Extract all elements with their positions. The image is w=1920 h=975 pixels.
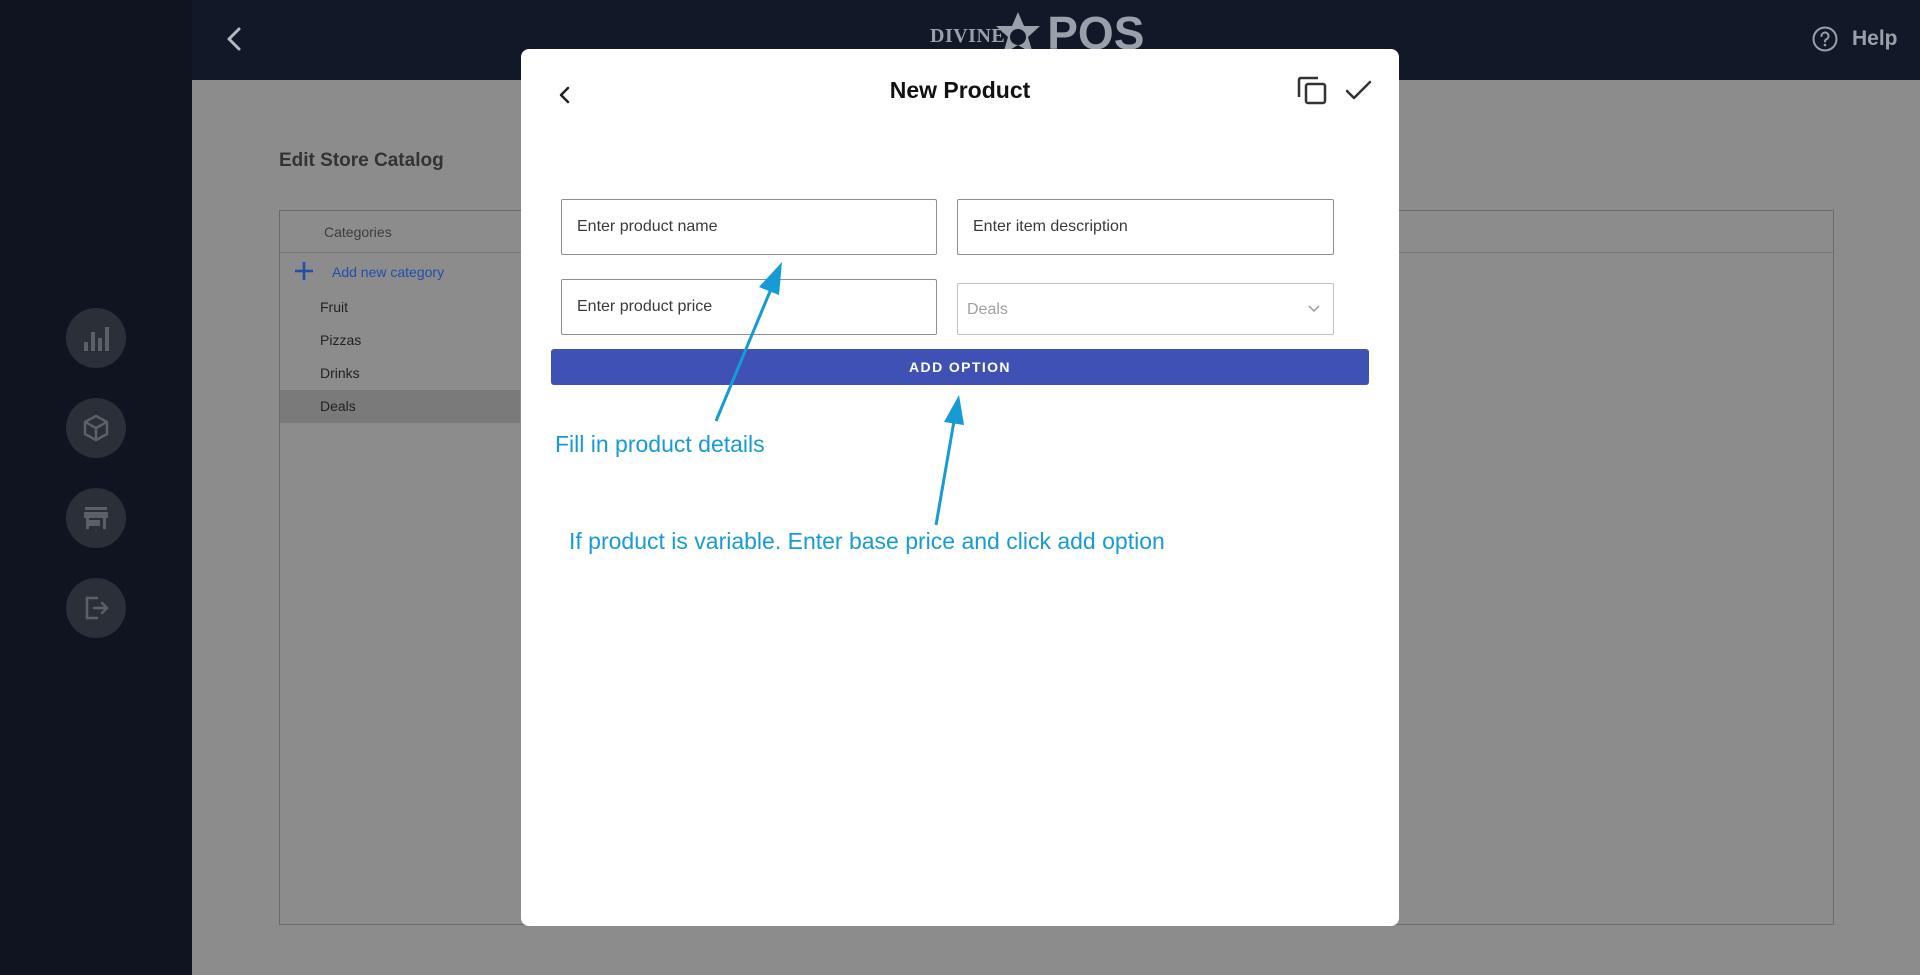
category-item[interactable]: Pizzas [280, 324, 520, 357]
modal-title: New Product [889, 77, 1031, 103]
plus-icon [294, 261, 320, 283]
category-select-value: Deals [967, 301, 1008, 318]
box-icon[interactable] [66, 398, 126, 458]
page-title: Edit Store Catalog [279, 150, 444, 171]
product-name-input[interactable] [561, 199, 937, 255]
bar-chart-icon[interactable] [66, 308, 126, 368]
annotation-variable: If product is variable. Enter base price… [569, 528, 1165, 554]
categories-header-label: Categories [324, 224, 392, 240]
category-item[interactable]: Fruit [280, 291, 520, 324]
back-arrow-icon[interactable] [220, 24, 250, 54]
logout-icon[interactable] [66, 578, 126, 638]
help-label: Help [1852, 27, 1898, 50]
help-circle-icon [1812, 26, 1838, 52]
new-product-modal: New Product Deals ADD OPTION Fill in pro… [521, 49, 1399, 926]
store-icon[interactable] [66, 488, 126, 548]
left-sidebar [0, 0, 192, 975]
add-category-label: Add new category [332, 264, 445, 280]
help-link[interactable]: Help [1812, 26, 1898, 52]
item-description-input[interactable] [957, 199, 1334, 255]
check-icon[interactable] [1343, 75, 1373, 105]
category-select[interactable]: Deals [957, 283, 1334, 335]
annotation-arrows [714, 262, 964, 526]
copy-icon[interactable] [1295, 73, 1329, 107]
product-price-input[interactable] [561, 279, 937, 335]
category-item-selected[interactable]: Deals [280, 390, 520, 423]
chevron-down-icon [1308, 305, 1320, 313]
add-option-button[interactable]: ADD OPTION [551, 349, 1369, 385]
annotation-details: Fill in product details [555, 431, 765, 457]
add-category-button[interactable]: Add new category [294, 261, 444, 283]
category-item[interactable]: Drinks [280, 357, 520, 390]
